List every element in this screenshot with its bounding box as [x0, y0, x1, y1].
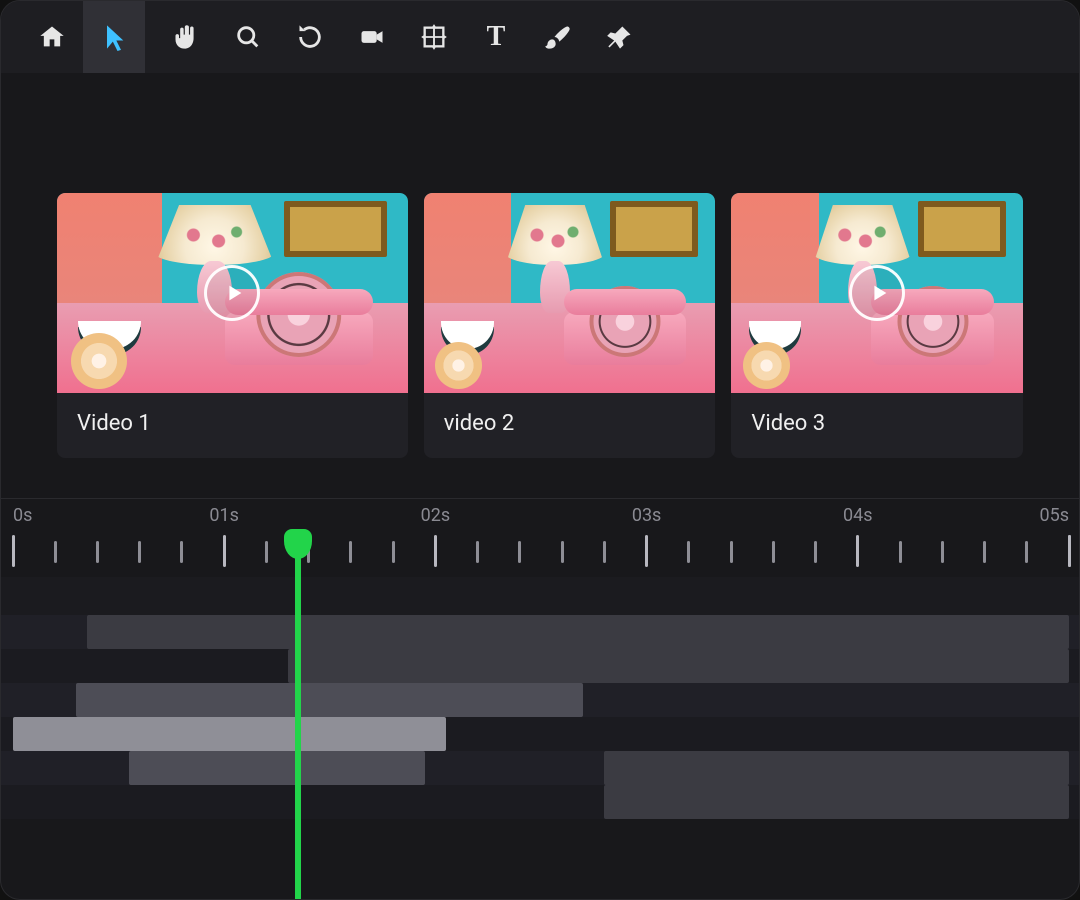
home-icon — [38, 23, 66, 51]
track-row[interactable] — [1, 785, 1079, 819]
timeline-clip[interactable] — [76, 683, 583, 717]
select-tool-button[interactable] — [83, 1, 145, 73]
pin-icon — [606, 23, 634, 51]
search-icon — [234, 23, 262, 51]
video-editor-window: T Video 1 — [0, 0, 1080, 900]
text-icon: T — [482, 23, 510, 51]
pointer-icon — [100, 23, 128, 51]
timeline-clip[interactable] — [13, 717, 446, 751]
timeline-clip[interactable] — [87, 615, 1069, 649]
pin-tool-button[interactable] — [589, 1, 651, 73]
time-label: 0s — [13, 505, 32, 526]
timeline-panel: 0s 01s 02s 03s 04s 05s — [1, 498, 1079, 819]
time-label: 05s — [1039, 505, 1069, 526]
track-row[interactable] — [1, 717, 1079, 751]
zoom-tool-button[interactable] — [217, 1, 279, 73]
clip-card[interactable]: video 2 — [424, 193, 716, 458]
camera-icon — [358, 23, 386, 51]
track-area — [1, 577, 1079, 819]
rotate-icon — [296, 23, 324, 51]
clip-label: Video 1 — [57, 393, 408, 458]
track-row[interactable] — [1, 751, 1079, 785]
play-overlay-icon[interactable] — [204, 265, 260, 321]
brush-icon — [544, 23, 572, 51]
move-tool-button[interactable] — [403, 1, 465, 73]
time-label: 01s — [209, 505, 239, 526]
camera-tool-button[interactable] — [341, 1, 403, 73]
track-row[interactable] — [1, 683, 1079, 717]
time-label: 04s — [843, 505, 873, 526]
time-label: 03s — [632, 505, 662, 526]
home-button[interactable] — [21, 1, 83, 73]
timeline-clip[interactable] — [288, 649, 1069, 683]
clip-label: video 2 — [424, 393, 716, 458]
time-ruler[interactable]: 0s 01s 02s 03s 04s 05s — [1, 499, 1079, 577]
timeline-clip[interactable] — [129, 751, 425, 785]
hand-icon — [172, 23, 200, 51]
hand-tool-button[interactable] — [155, 1, 217, 73]
brush-tool-button[interactable] — [527, 1, 589, 73]
time-label: 02s — [421, 505, 451, 526]
main-toolbar: T — [1, 1, 1079, 73]
clip-card[interactable]: Video 3 — [731, 193, 1023, 458]
clip-card[interactable]: Video 1 — [57, 193, 408, 458]
move-icon — [420, 23, 448, 51]
clip-thumbnail — [424, 193, 716, 393]
playhead[interactable] — [295, 531, 301, 900]
play-overlay-icon[interactable] — [849, 265, 905, 321]
timeline-clip[interactable] — [604, 785, 1069, 819]
text-tool-button[interactable]: T — [465, 1, 527, 73]
clip-thumbnail — [57, 193, 408, 393]
clip-thumbnail — [731, 193, 1023, 393]
time-ruler-labels: 0s 01s 02s 03s 04s 05s — [1, 499, 1079, 529]
track-row[interactable] — [1, 615, 1079, 649]
track-row[interactable] — [1, 649, 1079, 683]
rotate-tool-button[interactable] — [279, 1, 341, 73]
timeline-clip[interactable] — [604, 751, 1069, 785]
clip-bin: Video 1 video 2 Video 3 — [1, 73, 1079, 498]
time-ruler-ticks — [1, 529, 1079, 577]
clip-label: Video 3 — [731, 393, 1023, 458]
